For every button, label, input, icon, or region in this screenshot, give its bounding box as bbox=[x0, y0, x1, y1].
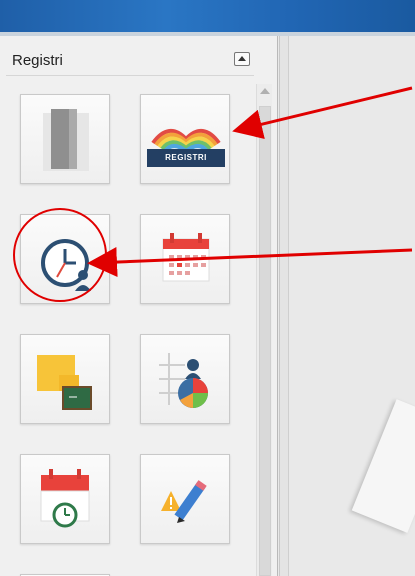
collapse-button[interactable] bbox=[234, 52, 250, 66]
registri-label: REGISTRI bbox=[147, 149, 225, 167]
calendar-clock-icon bbox=[40, 469, 90, 528]
sticky-note-icon bbox=[37, 355, 92, 410]
calendario-tile[interactable] bbox=[140, 214, 230, 304]
collapse-arrow-icon bbox=[238, 56, 246, 61]
chart-user-icon bbox=[159, 353, 208, 408]
eventi-tile[interactable] bbox=[20, 454, 110, 544]
main-content-area bbox=[279, 36, 415, 576]
panel-title: Registri bbox=[12, 52, 63, 69]
orario-tile[interactable] bbox=[20, 214, 110, 304]
note-tile[interactable] bbox=[20, 334, 110, 424]
rainbow-book-icon bbox=[151, 129, 221, 154]
warning-pencil-icon bbox=[161, 480, 207, 523]
modifica-tile[interactable] bbox=[140, 454, 230, 544]
panel-header: Registri bbox=[6, 36, 254, 76]
panel-scrollbar[interactable] bbox=[256, 84, 272, 576]
clock-user-icon bbox=[41, 239, 91, 291]
notebook-icon bbox=[43, 109, 89, 171]
scroll-up-icon[interactable] bbox=[260, 88, 270, 94]
top-bar bbox=[0, 0, 415, 36]
statistiche-tile[interactable] bbox=[140, 334, 230, 424]
calendar-icon bbox=[162, 233, 210, 282]
registri-tile[interactable]: REGISTRI bbox=[140, 94, 230, 184]
agenda-tile[interactable] bbox=[20, 94, 110, 184]
registri-panel: Registri REGISTRI bbox=[0, 36, 278, 576]
scroll-thumb[interactable] bbox=[259, 106, 271, 576]
